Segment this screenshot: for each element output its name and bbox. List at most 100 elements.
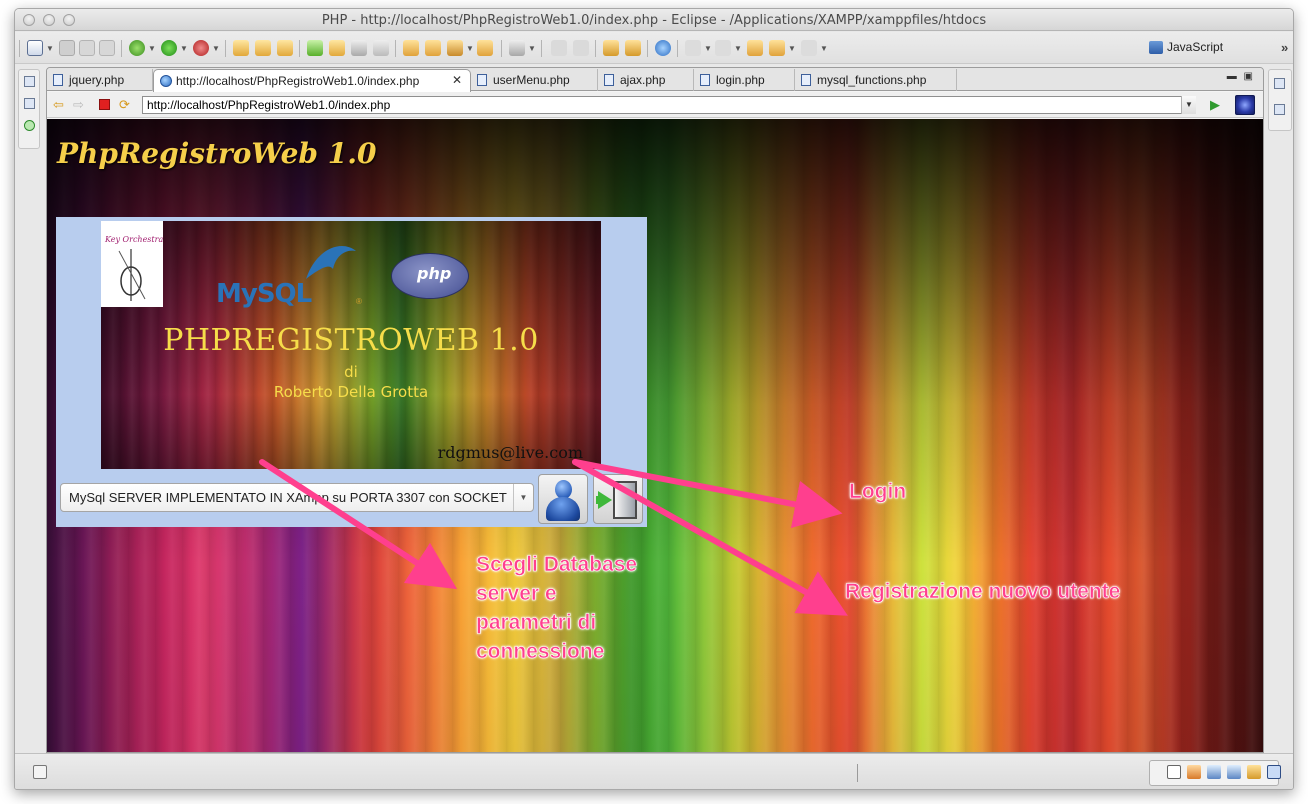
run-icon[interactable]	[161, 40, 177, 56]
highlight-icon[interactable]	[573, 40, 589, 56]
php-file-icon	[604, 74, 614, 86]
back-icon[interactable]	[769, 40, 785, 56]
new-package-icon[interactable]	[351, 40, 367, 56]
extract-icon[interactable]	[255, 40, 271, 56]
chevron-down-icon[interactable]: ▼	[528, 44, 536, 53]
chevron-down-icon[interactable]: ▼	[212, 44, 220, 53]
toolbar-separator	[225, 40, 226, 57]
editor-area: jquery.php http://localhost/PhpRegistroW…	[46, 67, 1264, 753]
tab-label: ajax.php	[620, 73, 666, 87]
restore-icon[interactable]	[1274, 78, 1285, 89]
annotation-line: parametri di	[476, 611, 597, 635]
tab-label: mysql_functions.php	[817, 73, 927, 87]
url-input[interactable]: http://localhost/PhpRegistroWeb1.0/index…	[142, 96, 1196, 114]
restore-icon[interactable]	[24, 76, 35, 87]
bookmarks-icon[interactable]	[1247, 765, 1261, 779]
outline-icon[interactable]	[24, 120, 35, 131]
toolbar-separator	[541, 40, 542, 57]
php-file-icon	[700, 74, 710, 86]
toggle-mark-icon[interactable]	[509, 40, 525, 56]
restore-icon[interactable]	[1167, 765, 1181, 779]
fast-view-icon[interactable]	[33, 765, 47, 779]
window-title: PHP - http://localhost/PhpRegistroWeb1.0…	[321, 13, 987, 28]
perspective-label: JavaScript	[1167, 40, 1224, 54]
title-bar: PHP - http://localhost/PhpRegistroWeb1.0…	[15, 9, 1293, 31]
go-button[interactable]: ▶	[1210, 97, 1220, 113]
last-edit-icon[interactable]	[747, 40, 763, 56]
previous-annotation-icon[interactable]	[715, 40, 731, 56]
new-icon[interactable]	[27, 40, 43, 56]
chevron-down-icon[interactable]: ▼	[46, 44, 54, 53]
php-file-icon	[801, 74, 811, 86]
new-class-icon[interactable]	[329, 40, 345, 56]
open-folder-icon[interactable]	[477, 40, 493, 56]
php-file-icon	[53, 74, 63, 86]
tab-browser-index[interactable]: http://localhost/PhpRegistroWeb1.0/index…	[153, 69, 471, 92]
console-icon[interactable]	[1227, 765, 1241, 779]
main-toolbar: ▼ ▼ ▼ ▼ ▼ ▼ ▼ ▼ ▼ ▼ JavaScript »	[15, 32, 1293, 64]
next-annotation-icon[interactable]	[685, 40, 701, 56]
tab-label: login.php	[716, 73, 765, 87]
search-icon[interactable]	[447, 40, 463, 56]
gear-icon[interactable]	[625, 40, 641, 56]
close-tab-icon[interactable]: ✕	[452, 73, 462, 87]
new-file-icon[interactable]	[373, 40, 389, 56]
new-project-icon[interactable]	[307, 40, 323, 56]
annotation-login: Login	[849, 480, 907, 504]
eclipse-window: PHP - http://localhost/PhpRegistroWeb1.0…	[14, 8, 1294, 790]
monitor-icon[interactable]	[1267, 765, 1281, 779]
toolbar-separator	[395, 40, 396, 57]
toolbar-separator	[647, 40, 648, 57]
debug-icon[interactable]	[129, 40, 145, 56]
refresh-icon[interactable]: ⟳	[119, 98, 130, 111]
inline-icon[interactable]	[277, 40, 293, 56]
perspective-javascript[interactable]: JavaScript	[1145, 38, 1229, 58]
perspective-icon	[1149, 41, 1163, 54]
tab-mysql-functions[interactable]: mysql_functions.php	[795, 69, 957, 91]
globe-icon[interactable]	[655, 40, 671, 56]
toolbar-separator	[19, 40, 20, 57]
tasks-icon[interactable]	[1207, 765, 1221, 779]
chevron-down-icon[interactable]: ▼	[734, 44, 742, 53]
open-external-browser-icon[interactable]	[1235, 95, 1255, 115]
pen-icon[interactable]	[551, 40, 567, 56]
open-resource-icon[interactable]	[425, 40, 441, 56]
tasks-icon[interactable]	[603, 40, 619, 56]
forward-arrow-icon[interactable]: ⇨	[73, 98, 84, 111]
tab-login[interactable]: login.php	[694, 69, 795, 91]
url-history-dropdown[interactable]: ▼	[1181, 96, 1196, 114]
external-tools-icon[interactable]	[193, 40, 209, 56]
chevron-down-icon[interactable]: ▼	[788, 44, 796, 53]
toolbar-separator	[121, 40, 122, 57]
annotation-line: server e	[476, 582, 557, 606]
annotation-line: Scegli Database	[476, 553, 638, 577]
arrow-to-choose-db	[259, 459, 458, 590]
forward-icon[interactable]	[801, 40, 817, 56]
annotation-register: Registrazione nuovo utente	[845, 580, 1121, 604]
open-type-icon[interactable]	[403, 40, 419, 56]
status-separator	[857, 764, 858, 782]
stop-icon[interactable]	[99, 99, 110, 110]
tab-jquery[interactable]: jquery.php	[47, 69, 153, 91]
save-all-icon[interactable]	[79, 40, 95, 56]
refactor-icon[interactable]	[233, 40, 249, 56]
print-icon[interactable]	[99, 40, 115, 56]
tab-usermenu[interactable]: userMenu.php	[471, 69, 598, 91]
hierarchy-icon[interactable]	[24, 98, 35, 109]
overflow-chevron-icon[interactable]: »	[1281, 40, 1288, 55]
chevron-down-icon[interactable]: ▼	[466, 44, 474, 53]
right-trim-bar	[1268, 69, 1292, 131]
back-arrow-icon[interactable]: ⇦	[53, 98, 64, 111]
tab-label: userMenu.php	[493, 73, 570, 87]
annotation-choose-db: Scegli Database server e parametri di co…	[476, 550, 638, 666]
save-icon[interactable]	[59, 40, 75, 56]
editor-tab-bar: jquery.php http://localhost/PhpRegistroW…	[47, 68, 1263, 92]
tab-ajax[interactable]: ajax.php	[598, 69, 694, 91]
chevron-down-icon[interactable]: ▼	[704, 44, 712, 53]
chevron-down-icon[interactable]: ▼	[820, 44, 828, 53]
problems-icon[interactable]	[1187, 765, 1201, 779]
outline-view-icon[interactable]	[1274, 104, 1285, 115]
chevron-down-icon[interactable]: ▼	[148, 44, 156, 53]
chevron-down-icon[interactable]: ▼	[180, 44, 188, 53]
minimize-maximize-icon[interactable]: ▬ ▣	[1227, 71, 1255, 82]
